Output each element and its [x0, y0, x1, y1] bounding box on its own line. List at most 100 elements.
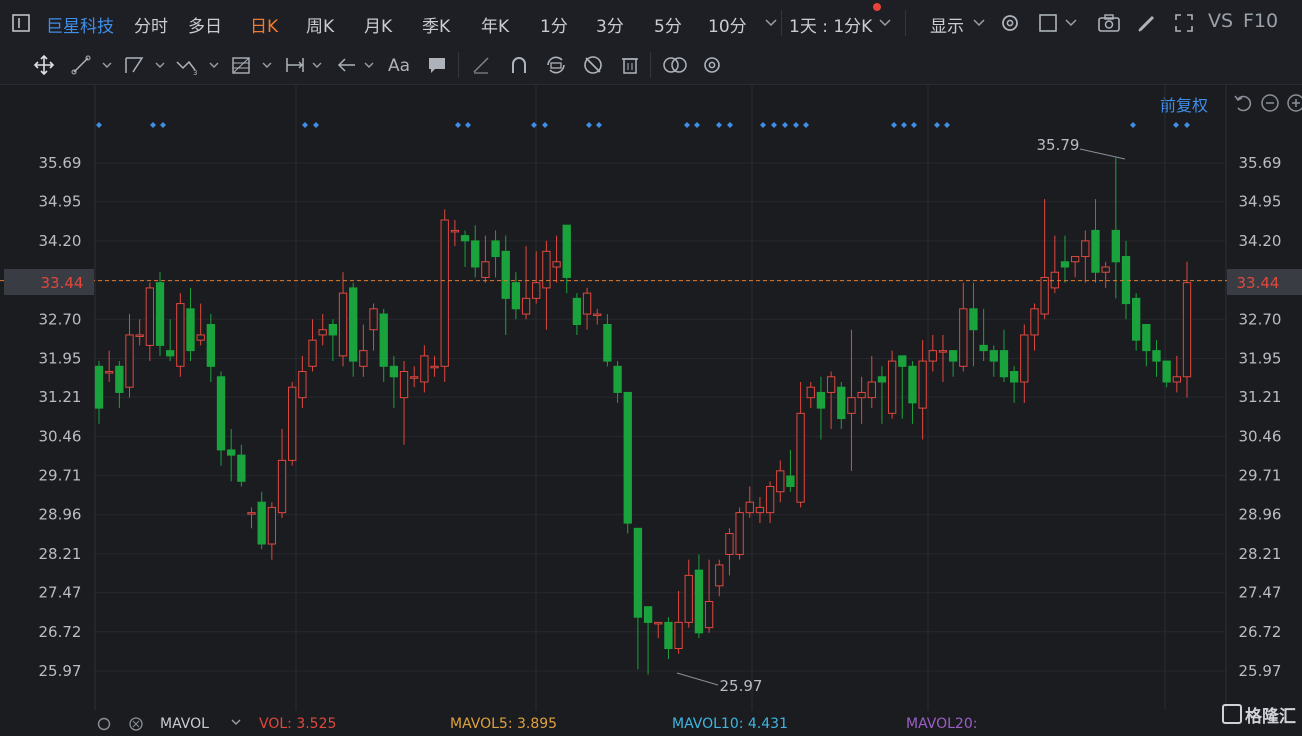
display-menu[interactable]: 显示: [930, 12, 964, 37]
candle-body-71[interactable]: [816, 391, 826, 409]
event-marker-6[interactable]: [465, 122, 471, 128]
event-marker-9[interactable]: [586, 122, 592, 128]
candle-body-51[interactable]: [613, 365, 622, 393]
event-marker-2[interactable]: [160, 122, 166, 128]
magnet-icon[interactable]: [506, 52, 532, 78]
candle-body-86[interactable]: [969, 308, 978, 331]
candle-body-47[interactable]: [572, 297, 582, 325]
event-marker-4[interactable]: [313, 122, 319, 128]
move-icon[interactable]: [31, 52, 57, 78]
event-marker-10[interactable]: [596, 122, 602, 128]
candle-body-46[interactable]: [562, 224, 571, 278]
candle-body-4[interactable]: [135, 334, 144, 337]
candle-body-58[interactable]: [684, 574, 693, 623]
candle-body-12[interactable]: [216, 376, 226, 451]
candle-body-18[interactable]: [277, 459, 287, 514]
candle-body-76[interactable]: [867, 381, 876, 399]
candle-body-66[interactable]: [765, 486, 775, 514]
event-marker-1[interactable]: [150, 122, 156, 128]
candle-body-84[interactable]: [948, 350, 958, 362]
tab-period-2[interactable]: 日K: [250, 12, 278, 37]
tab-period-10[interactable]: 10分: [708, 12, 747, 37]
candle-body-64[interactable]: [745, 501, 754, 514]
candle-body-79[interactable]: [898, 355, 907, 367]
candle-body-61[interactable]: [715, 564, 724, 587]
candle-body-48[interactable]: [582, 292, 592, 315]
event-marker-19[interactable]: [803, 122, 809, 128]
candle-body-97[interactable]: [1081, 240, 1090, 258]
candle-body-14[interactable]: [237, 454, 246, 482]
candle-body-34[interactable]: [440, 219, 449, 367]
candle-body-98[interactable]: [1091, 229, 1100, 273]
candle-body-102[interactable]: [1131, 297, 1141, 341]
event-marker-16[interactable]: [771, 122, 777, 128]
candle-body-53[interactable]: [633, 527, 643, 618]
event-marker-17[interactable]: [782, 122, 788, 128]
candle-body-37[interactable]: [471, 240, 480, 268]
chevron-down-icon[interactable]: [356, 52, 382, 78]
candle-body-67[interactable]: [776, 470, 785, 493]
candle-body-40[interactable]: [501, 250, 510, 299]
candle-body-16[interactable]: [257, 501, 266, 545]
candle-body-0[interactable]: [94, 365, 104, 409]
candle-body-59[interactable]: [694, 569, 704, 634]
candle-body-2[interactable]: [115, 365, 124, 393]
candle-body-49[interactable]: [593, 313, 602, 317]
candle-body-103[interactable]: [1142, 323, 1151, 352]
candle-body-5[interactable]: [145, 287, 155, 346]
hide-drawings-icon[interactable]: [580, 52, 606, 78]
tab-period-9[interactable]: 5分: [654, 12, 682, 37]
f10-button[interactable]: F10: [1243, 10, 1278, 32]
candle-body-91[interactable]: [1020, 334, 1029, 383]
candle-body-57[interactable]: [674, 621, 683, 650]
tab-period-8[interactable]: 3分: [596, 12, 624, 37]
candle-body-6[interactable]: [155, 282, 165, 346]
line-tool-icon[interactable]: [68, 52, 94, 78]
candle-body-72[interactable]: [826, 376, 836, 393]
wave-tool-icon[interactable]: 3: [174, 52, 200, 78]
candle-body-107[interactable]: [1182, 282, 1192, 378]
candle-body-30[interactable]: [399, 371, 409, 399]
candle-body-99[interactable]: [1101, 266, 1110, 273]
camera-icon[interactable]: [1096, 10, 1122, 36]
candle-body-89[interactable]: [999, 350, 1009, 378]
candle-body-28[interactable]: [379, 313, 388, 367]
event-marker-0[interactable]: [96, 122, 102, 128]
candle-body-22[interactable]: [318, 329, 327, 336]
candle-body-41[interactable]: [511, 282, 521, 310]
event-marker-27[interactable]: [1184, 122, 1190, 128]
candle-body-62[interactable]: [725, 533, 734, 555]
candle-body-77[interactable]: [877, 376, 887, 383]
candle-body-65[interactable]: [755, 506, 765, 514]
candle-body-81[interactable]: [918, 360, 927, 409]
event-marker-14[interactable]: [727, 122, 733, 128]
candle-body-23[interactable]: [328, 323, 338, 336]
event-marker-20[interactable]: [891, 122, 897, 128]
chevron-down-icon[interactable]: [966, 10, 992, 36]
event-marker-13[interactable]: [716, 122, 722, 128]
tab-period-1[interactable]: 多日: [188, 12, 222, 37]
candle-body-44[interactable]: [542, 250, 551, 289]
candle-body-8[interactable]: [176, 303, 185, 367]
fullscreen-icon[interactable]: [1171, 10, 1197, 36]
tab-period-6[interactable]: 年K: [481, 12, 509, 37]
panel-toggle-icon[interactable]: [8, 10, 34, 36]
candle-body-33[interactable]: [430, 365, 439, 369]
text-tool-icon[interactable]: Aa: [387, 52, 413, 78]
gear-icon[interactable]: [997, 10, 1023, 36]
candle-body-24[interactable]: [338, 292, 348, 357]
trash-icon[interactable]: [617, 52, 643, 78]
candle-body-83[interactable]: [938, 350, 948, 353]
chevron-down-icon[interactable]: [201, 52, 227, 78]
fibonacci-tool-icon[interactable]: [228, 52, 254, 78]
candle-body-70[interactable]: [806, 386, 815, 399]
candle-body-74[interactable]: [847, 397, 856, 414]
chevron-down-icon[interactable]: [147, 52, 173, 78]
interval-select[interactable]: 1天 : 1分K: [789, 12, 872, 37]
candle-body-13[interactable]: [227, 449, 236, 456]
candle-body-21[interactable]: [308, 339, 317, 367]
candle-body-1[interactable]: [105, 371, 114, 374]
candle-body-75[interactable]: [857, 391, 866, 399]
candle-body-26[interactable]: [359, 350, 368, 367]
tab-period-3[interactable]: 周K: [306, 12, 334, 37]
